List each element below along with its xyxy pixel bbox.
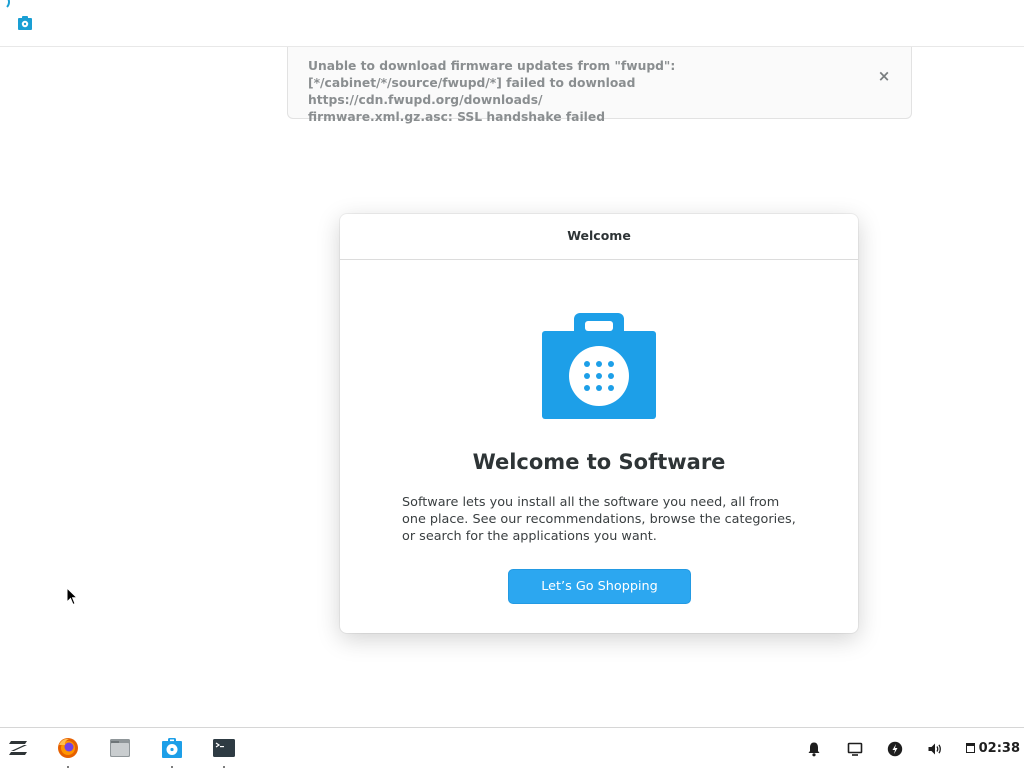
clock-time: 02:38 xyxy=(978,741,1020,756)
calendar-icon xyxy=(965,743,975,753)
terminal-icon xyxy=(213,739,235,757)
notification-message: Unable to download firmware updates from… xyxy=(308,59,676,124)
bell-icon[interactable] xyxy=(806,741,822,757)
software-bag-icon xyxy=(542,313,656,419)
firefox-icon xyxy=(58,738,78,758)
software-taskbar-item[interactable] xyxy=(160,736,184,768)
files-icon xyxy=(110,739,130,757)
welcome-description: Software lets you install all the softwa… xyxy=(402,495,796,544)
software-bag-icon[interactable] xyxy=(17,15,33,31)
volume-icon[interactable] xyxy=(927,741,943,757)
window-corner-indicator xyxy=(0,0,10,10)
close-icon[interactable]: × xyxy=(877,69,891,84)
dialog-header: Welcome xyxy=(340,214,858,260)
lets-go-shopping-button[interactable]: Let’s Go Shopping xyxy=(508,569,691,604)
clock[interactable]: 02:38 xyxy=(965,741,1020,756)
welcome-dialog: Welcome Welcome to Software Software let… xyxy=(340,214,858,633)
screen-icon[interactable] xyxy=(847,741,863,757)
zorin-menu-icon[interactable] xyxy=(7,736,31,760)
files-taskbar-item[interactable] xyxy=(108,736,132,760)
dialog-title: Welcome xyxy=(567,228,631,243)
mouse-cursor-icon xyxy=(66,587,78,606)
error-notification: Unable to download firmware updates from… xyxy=(287,47,912,124)
welcome-heading: Welcome to Software xyxy=(472,450,726,474)
taskbar: 02:38 xyxy=(0,727,1024,769)
window-header xyxy=(0,0,1024,47)
firefox-taskbar-item[interactable] xyxy=(56,736,80,768)
power-icon[interactable] xyxy=(887,741,903,757)
software-icon xyxy=(162,738,182,758)
terminal-taskbar-item[interactable] xyxy=(212,736,236,768)
